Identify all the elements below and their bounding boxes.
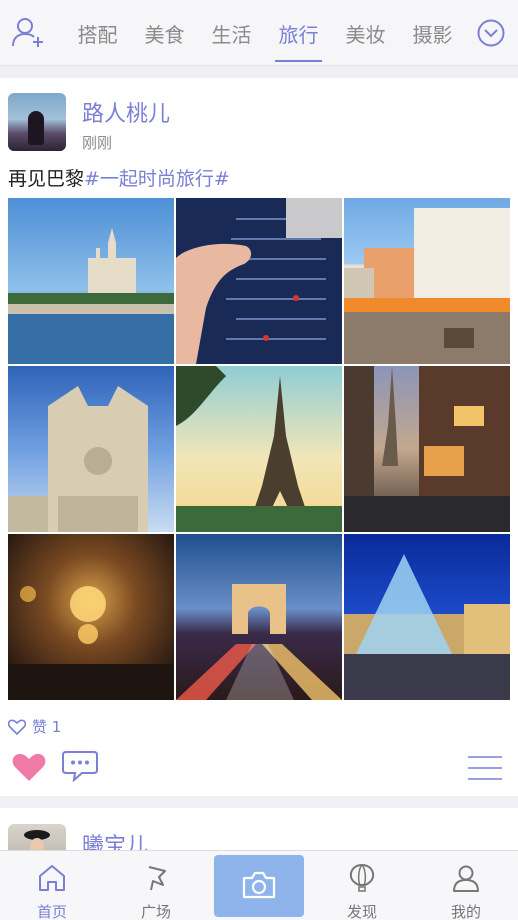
user-icon [453,865,479,892]
nav-profile[interactable]: 我的 [414,851,518,920]
post-menu-icon[interactable] [468,754,502,782]
flag-icon [148,866,166,891]
add-friend-icon[interactable] [10,15,44,49]
tab-life[interactable]: 生活 [198,19,265,48]
nav-plaza[interactable]: 广场 [104,851,208,920]
camera-button[interactable] [214,855,304,917]
nav-home[interactable]: 首页 [0,851,104,920]
photo-louvre-pyramid-night[interactable] [344,534,510,700]
nav-discover-label: 发现 [346,903,377,920]
post-hashtag[interactable]: #一起时尚旅行# [84,168,230,190]
category-tabs: 搭配 美食 生活 旅行 美妆 摄影 [64,0,466,66]
post-time: 刚刚 [82,134,113,152]
category-bar: 搭配 美食 生活 旅行 美妆 摄影 [0,0,518,66]
nav-plaza-label: 广场 [140,903,171,920]
photo-eiffel-street-night[interactable] [344,366,510,532]
post-text: 再见巴黎#一起时尚旅行# [8,164,230,191]
expand-categories-icon[interactable] [477,19,505,47]
like-summary: 赞 1 [8,716,61,737]
like-count: 赞 1 [32,718,62,736]
like-heart-icon[interactable] [12,752,46,782]
nav-home-label: 首页 [36,903,67,920]
heart-outline-icon [8,719,26,735]
photo-notre-dame-river[interactable] [8,198,174,364]
photo-arc-de-triomphe-night[interactable] [176,534,342,700]
tab-makeup[interactable]: 美妆 [332,19,399,48]
tab-photography[interactable]: 摄影 [399,19,466,48]
photo-love-wall-hand[interactable] [176,198,342,364]
avatar[interactable] [8,93,66,151]
post-text-plain: 再见巴黎 [8,168,85,190]
comment-icon[interactable] [62,750,98,782]
tab-outfit[interactable]: 搭配 [64,19,131,48]
camera-icon [242,871,276,899]
photo-riverside-cafe-street[interactable] [344,198,510,364]
photo-grand-hall-chandelier[interactable] [8,534,174,700]
tab-food[interactable]: 美食 [131,19,198,48]
home-icon [39,865,65,891]
tab-travel[interactable]: 旅行 [265,19,332,62]
post-card: 路人桃儿 刚刚 再见巴黎#一起时尚旅行# 赞 1 [0,78,518,796]
photo-grid [8,198,510,700]
nav-profile-label: 我的 [450,903,481,920]
balloon-icon [349,863,375,892]
photo-notre-dame-facade[interactable] [8,366,174,532]
photo-eiffel-tower-sunset[interactable] [176,366,342,532]
post-username[interactable]: 路人桃儿 [82,96,170,128]
nav-discover[interactable]: 发现 [310,851,414,920]
bottom-nav: 首页 广场 发现 我的 [0,850,518,920]
